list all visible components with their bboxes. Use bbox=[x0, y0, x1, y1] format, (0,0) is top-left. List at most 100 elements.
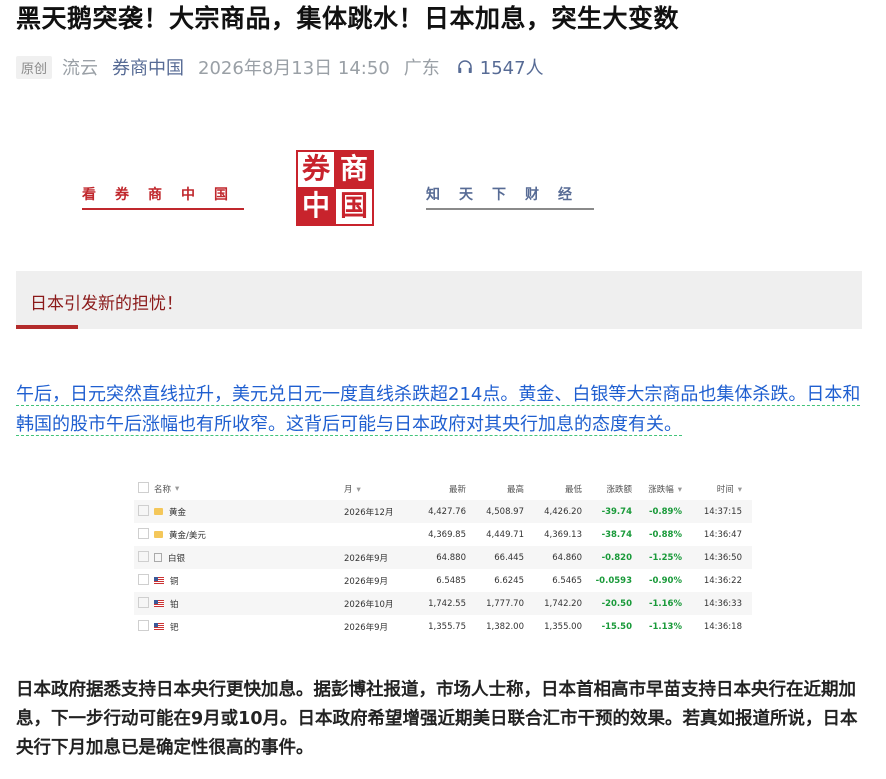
table-row[interactable]: 铂 2026年10月 1,742.55 1,777.70 1,742.20 -20.50 -… bbox=[134, 592, 752, 615]
low-price: 64.860 bbox=[552, 552, 582, 563]
last-price: 1,355.75 bbox=[428, 621, 466, 632]
table-row[interactable]: 铜 2026年9月 6.5485 6.6245 6.5465 -0.0593 -0.90% 1… bbox=[134, 569, 752, 592]
commodity-name[interactable]: 黄金 bbox=[169, 506, 186, 518]
headphones-icon bbox=[458, 60, 472, 73]
high-price: 6.6245 bbox=[494, 575, 524, 586]
quote-time: 14:36:50 bbox=[703, 552, 742, 563]
account-name-link[interactable]: 券商中国 bbox=[112, 54, 184, 80]
commodity-name[interactable]: 铂 bbox=[170, 598, 179, 610]
logo-char: 国 bbox=[336, 189, 372, 224]
brand-logo: 券 商 中 国 bbox=[296, 150, 374, 226]
row-checkbox[interactable] bbox=[138, 596, 149, 608]
low-price: 4,426.20 bbox=[544, 506, 582, 517]
table-row[interactable]: 白银 2026年9月 64.880 66.445 64.860 -0.820 -1.25% 1… bbox=[134, 546, 752, 569]
low-price: 4,369.13 bbox=[544, 529, 582, 540]
table-row[interactable]: 黄金/美元 4,369.85 4,449.71 4,369.13 -38.74 -0.88… bbox=[134, 523, 752, 546]
row-checkbox[interactable] bbox=[138, 527, 149, 539]
low-price: 1,355.00 bbox=[544, 621, 582, 632]
contract-month: 2026年10月 bbox=[344, 599, 394, 610]
commodity-quote-table: 名称 ▾ 月 ▾ 最新 最高 最低 涨跌额 涨跌幅 ▾ 时间 ▾ 黄金 2026年12月 4… bbox=[134, 478, 752, 638]
commodity-name[interactable]: 白银 bbox=[168, 552, 185, 564]
listen-count[interactable]: 1547人 bbox=[456, 54, 544, 80]
high-price: 4,508.97 bbox=[486, 506, 524, 517]
row-checkbox[interactable] bbox=[138, 619, 149, 631]
change-percent: -0.89% bbox=[648, 506, 682, 517]
table-header-row: 名称 ▾ 月 ▾ 最新 最高 最低 涨跌额 涨跌幅 ▾ 时间 ▾ bbox=[134, 478, 752, 500]
folder-icon bbox=[154, 508, 163, 515]
author-name[interactable]: 流云 bbox=[62, 54, 98, 80]
change-percent: -1.25% bbox=[648, 552, 682, 563]
highlight-paragraph: 午后，日元突然直线拉升，美元兑日元一度直线杀跌超214点。黄金、白银等大宗商品也… bbox=[16, 380, 866, 440]
select-all-checkbox[interactable] bbox=[138, 482, 149, 493]
contract-month: 2026年9月 bbox=[344, 553, 389, 564]
commodity-name[interactable]: 黄金/美元 bbox=[169, 529, 206, 541]
change-percent: -0.88% bbox=[648, 529, 682, 540]
column-header[interactable]: 涨跌额 bbox=[582, 483, 632, 495]
section-accent-bar bbox=[16, 325, 78, 329]
quote-time: 14:37:15 bbox=[703, 506, 742, 517]
last-price: 64.880 bbox=[436, 552, 466, 563]
change-amount: -0.0593 bbox=[595, 575, 632, 586]
change-amount: -20.50 bbox=[601, 598, 632, 609]
commodity-name[interactable]: 铜 bbox=[170, 575, 179, 587]
column-header[interactable]: 名称 bbox=[154, 483, 171, 495]
change-percent: -1.13% bbox=[648, 621, 682, 632]
article-title: 黑天鹅突袭！大宗商品，集体跳水！日本加息，突生大变数 bbox=[16, 4, 680, 33]
high-price: 1,777.70 bbox=[486, 598, 524, 609]
last-price: 1,742.55 bbox=[428, 598, 466, 609]
logo-char: 中 bbox=[298, 189, 334, 224]
us-flag-icon bbox=[154, 623, 164, 630]
change-percent: -0.90% bbox=[648, 575, 682, 586]
sort-icon[interactable]: ▾ bbox=[738, 485, 742, 495]
us-flag-icon bbox=[154, 577, 164, 584]
contract-month: 2026年12月 bbox=[344, 507, 394, 518]
row-checkbox[interactable] bbox=[138, 504, 149, 516]
low-price: 6.5465 bbox=[552, 575, 582, 586]
column-header[interactable]: 涨跌幅 bbox=[648, 485, 674, 495]
contract-month: 2026年9月 bbox=[344, 622, 389, 633]
column-header[interactable]: 月 bbox=[344, 485, 353, 495]
low-price: 1,742.20 bbox=[544, 598, 582, 609]
quote-time: 14:36:18 bbox=[703, 621, 742, 632]
change-amount: -39.74 bbox=[601, 506, 632, 517]
body-paragraph: 日本政府据悉支持日本央行更快加息。据彭博社报道，市场人士称，日本首相高市早苗支持… bbox=[16, 680, 858, 758]
folder-icon bbox=[154, 531, 163, 538]
section-header: 日本引发新的担忧！ bbox=[16, 271, 862, 329]
table-row[interactable]: 黄金 2026年12月 4,427.76 4,508.97 4,426.20 -39.74… bbox=[134, 500, 752, 523]
sort-icon[interactable]: ▾ bbox=[175, 484, 179, 494]
column-header[interactable]: 时间 bbox=[717, 485, 734, 495]
column-header[interactable]: 最高 bbox=[466, 483, 524, 495]
contract-month: 2026年9月 bbox=[344, 576, 389, 587]
high-price: 66.445 bbox=[494, 552, 524, 563]
column-header[interactable]: 最低 bbox=[524, 483, 582, 495]
commodity-name[interactable]: 钯 bbox=[170, 621, 179, 633]
column-header[interactable]: 最新 bbox=[408, 483, 466, 495]
sort-icon[interactable]: ▾ bbox=[357, 485, 361, 495]
publish-date: 2026年8月13日 14:50 bbox=[198, 58, 390, 79]
change-amount: -0.820 bbox=[601, 552, 632, 563]
quote-time: 14:36:47 bbox=[703, 529, 742, 540]
change-amount: -38.74 bbox=[601, 529, 632, 540]
us-flag-icon bbox=[154, 600, 164, 607]
last-price: 4,427.76 bbox=[428, 506, 466, 517]
change-percent: -1.16% bbox=[648, 598, 682, 609]
brand-banner: 看券商中国 券 商 中 国 知天下财经 bbox=[0, 150, 886, 230]
brand-left-slogan: 看券商中国 bbox=[82, 184, 244, 210]
table-row[interactable]: 钯 2026年9月 1,355.75 1,382.00 1,355.00 -15.50 -1… bbox=[134, 615, 752, 638]
listen-count-text: 1547人 bbox=[479, 58, 544, 79]
publish-region: 广东 bbox=[403, 58, 440, 79]
row-checkbox[interactable] bbox=[138, 573, 149, 585]
article-meta: 原创 流云 券商中国 2026年8月13日 14:50 广东 1547人 bbox=[16, 54, 544, 80]
original-badge: 原创 bbox=[16, 55, 53, 79]
quote-time: 14:36:33 bbox=[703, 598, 742, 609]
brand-right-slogan: 知天下财经 bbox=[426, 184, 594, 210]
last-price: 4,369.85 bbox=[428, 529, 466, 540]
high-price: 1,382.00 bbox=[486, 621, 524, 632]
file-icon bbox=[154, 553, 162, 562]
row-checkbox[interactable] bbox=[138, 550, 149, 562]
section-title: 日本引发新的担忧！ bbox=[30, 294, 183, 314]
high-price: 4,449.71 bbox=[486, 529, 524, 540]
logo-char: 商 bbox=[336, 152, 372, 187]
quote-time: 14:36:22 bbox=[703, 575, 742, 586]
highlight-paragraph-text: 午后，日元突然直线拉升，美元兑日元一度直线杀跌超214点。黄金、白银等大宗商品也… bbox=[16, 384, 861, 436]
